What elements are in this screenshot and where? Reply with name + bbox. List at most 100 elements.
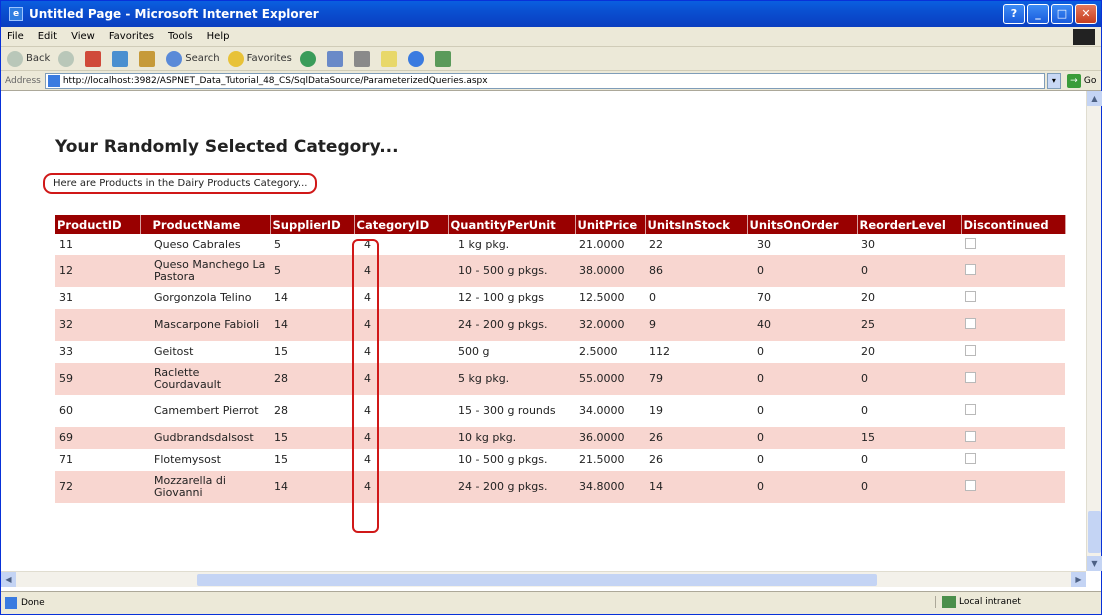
cell-productid: 72: [55, 471, 140, 503]
address-bar: Address http://localhost:3982/ASPNET_Dat…: [1, 71, 1101, 91]
search-button[interactable]: Search: [166, 50, 220, 67]
cell-productid: 12: [55, 255, 140, 287]
col-unitsonorder: UnitsOnOrder: [747, 215, 858, 234]
cell-productname: Flotemysost: [140, 449, 270, 471]
refresh-icon: [112, 50, 129, 67]
research-button[interactable]: [434, 50, 454, 67]
cell-productname: Mascarpone Fabioli: [140, 309, 270, 341]
discontinued-checkbox: [965, 453, 976, 464]
menu-tools[interactable]: Tools: [168, 31, 193, 42]
table-row: 71 Flotemysost 15 4 10 - 500 g pkgs. 21.…: [55, 449, 1065, 471]
discontinued-checkbox: [965, 291, 976, 302]
products-grid: ProductID ProductName SupplierID Categor…: [55, 215, 1066, 503]
mail-button[interactable]: [326, 50, 346, 67]
scroll-right-icon[interactable]: ▶: [1071, 572, 1086, 587]
ie-icon: e: [9, 7, 23, 21]
menu-favorites[interactable]: Favorites: [109, 31, 154, 42]
cell-productname: Camembert Pierrot: [140, 395, 270, 427]
forward-arrow-icon: [58, 50, 75, 67]
address-dropdown-icon[interactable]: ▾: [1046, 72, 1061, 89]
col-discontinued: Discontinued: [961, 215, 1066, 234]
cell-productname: Queso Manchego La Pastora: [140, 255, 270, 287]
cell-quantityperunit: 24 - 200 g pkgs.: [448, 309, 575, 341]
menu-edit[interactable]: Edit: [38, 31, 57, 42]
menu-file[interactable]: File: [7, 31, 24, 42]
cell-reorderlevel: 30: [857, 234, 961, 255]
cell-unitprice: 21.0000: [575, 234, 645, 255]
messenger-button[interactable]: [407, 50, 427, 67]
print-button[interactable]: [353, 50, 373, 67]
col-reorderlevel: ReorderLevel: [857, 215, 962, 234]
cell-unitsinstock: 19: [645, 395, 747, 427]
table-row: 12 Queso Manchego La Pastora 5 4 10 - 50…: [55, 255, 1065, 287]
horizontal-scrollbar[interactable]: ◀ ▶: [1, 571, 1086, 587]
stop-button[interactable]: [85, 50, 104, 67]
mail-icon: [326, 50, 343, 67]
history-button[interactable]: [299, 50, 319, 67]
address-input[interactable]: http://localhost:3982/ASPNET_Data_Tutori…: [44, 72, 1045, 89]
cell-productname: Geitost: [140, 341, 270, 363]
page-title: Your Randomly Selected Category...: [55, 137, 399, 157]
vertical-scrollbar[interactable]: ▲ ▼: [1086, 91, 1102, 571]
minimize-button[interactable]: _: [1027, 4, 1049, 24]
folder-icon: [380, 50, 397, 67]
cell-reorderlevel: 0: [857, 395, 961, 427]
cell-reorderlevel: 20: [857, 287, 961, 309]
address-url: http://localhost:3982/ASPNET_Data_Tutori…: [62, 75, 488, 86]
security-zone: Local intranet: [935, 596, 1085, 608]
vertical-scroll-thumb[interactable]: [1088, 511, 1101, 553]
forward-button[interactable]: [58, 50, 77, 67]
horizontal-scroll-thumb[interactable]: [197, 574, 877, 586]
status-text: Done: [21, 598, 45, 608]
cell-discontinued: [961, 395, 1065, 427]
edit-button[interactable]: [380, 50, 400, 67]
cell-reorderlevel: 15: [857, 427, 961, 449]
cell-unitsinstock: 14: [645, 471, 747, 503]
cell-quantityperunit: 10 - 500 g pkgs.: [448, 449, 575, 471]
cell-unitsinstock: 26: [645, 427, 747, 449]
cell-reorderlevel: 0: [857, 255, 961, 287]
cell-quantityperunit: 10 - 500 g pkgs.: [448, 255, 575, 287]
refresh-button[interactable]: [112, 50, 131, 67]
category-label: Here are Products in the Dairy Products …: [43, 173, 318, 194]
cell-unitsinstock: 79: [645, 363, 747, 395]
windows-logo-icon: [1073, 29, 1095, 45]
scroll-up-icon[interactable]: ▲: [1087, 91, 1102, 106]
cell-unitprice: 21.5000: [575, 449, 645, 471]
go-button[interactable]: → Go: [1066, 73, 1096, 88]
scroll-left-icon[interactable]: ◀: [1, 572, 16, 587]
cell-reorderlevel: 0: [857, 471, 961, 503]
menu-help[interactable]: Help: [207, 31, 230, 42]
window-title: Untitled Page - Microsoft Internet Explo…: [29, 7, 319, 21]
search-icon: [166, 50, 183, 67]
zone-label: Local intranet: [959, 597, 1021, 607]
home-button[interactable]: [139, 50, 158, 67]
cell-productname: Mozzarella di Giovanni: [140, 471, 270, 503]
discontinued-checkbox: [965, 318, 976, 329]
col-productname: ProductName: [140, 215, 271, 234]
col-categoryid: CategoryID: [354, 215, 449, 234]
maximize-button[interactable]: □: [1051, 4, 1073, 24]
back-button[interactable]: Back: [7, 50, 50, 67]
cell-supplierid: 14: [270, 471, 354, 503]
cell-supplierid: 5: [270, 255, 354, 287]
favorites-button[interactable]: Favorites: [227, 50, 292, 67]
scroll-down-icon[interactable]: ▼: [1087, 556, 1102, 571]
go-arrow-icon: →: [1066, 73, 1081, 88]
cell-unitsinstock: 112: [645, 341, 747, 363]
cell-unitprice: 32.0000: [575, 309, 645, 341]
close-button[interactable]: ✕: [1075, 4, 1097, 24]
stop-icon: [85, 50, 102, 67]
cell-supplierid: 28: [270, 395, 354, 427]
menu-view[interactable]: View: [71, 31, 95, 42]
cell-unitsonorder: 0: [747, 427, 857, 449]
cell-quantityperunit: 500 g: [448, 341, 575, 363]
cell-supplierid: 15: [270, 341, 354, 363]
col-productid: ProductID: [55, 215, 141, 234]
print-icon: [353, 50, 370, 67]
cell-reorderlevel: 20: [857, 341, 961, 363]
cell-unitprice: 34.0000: [575, 395, 645, 427]
cell-quantityperunit: 12 - 100 g pkgs: [448, 287, 575, 309]
cell-productid: 33: [55, 341, 140, 363]
help-icon[interactable]: ?: [1003, 4, 1025, 24]
